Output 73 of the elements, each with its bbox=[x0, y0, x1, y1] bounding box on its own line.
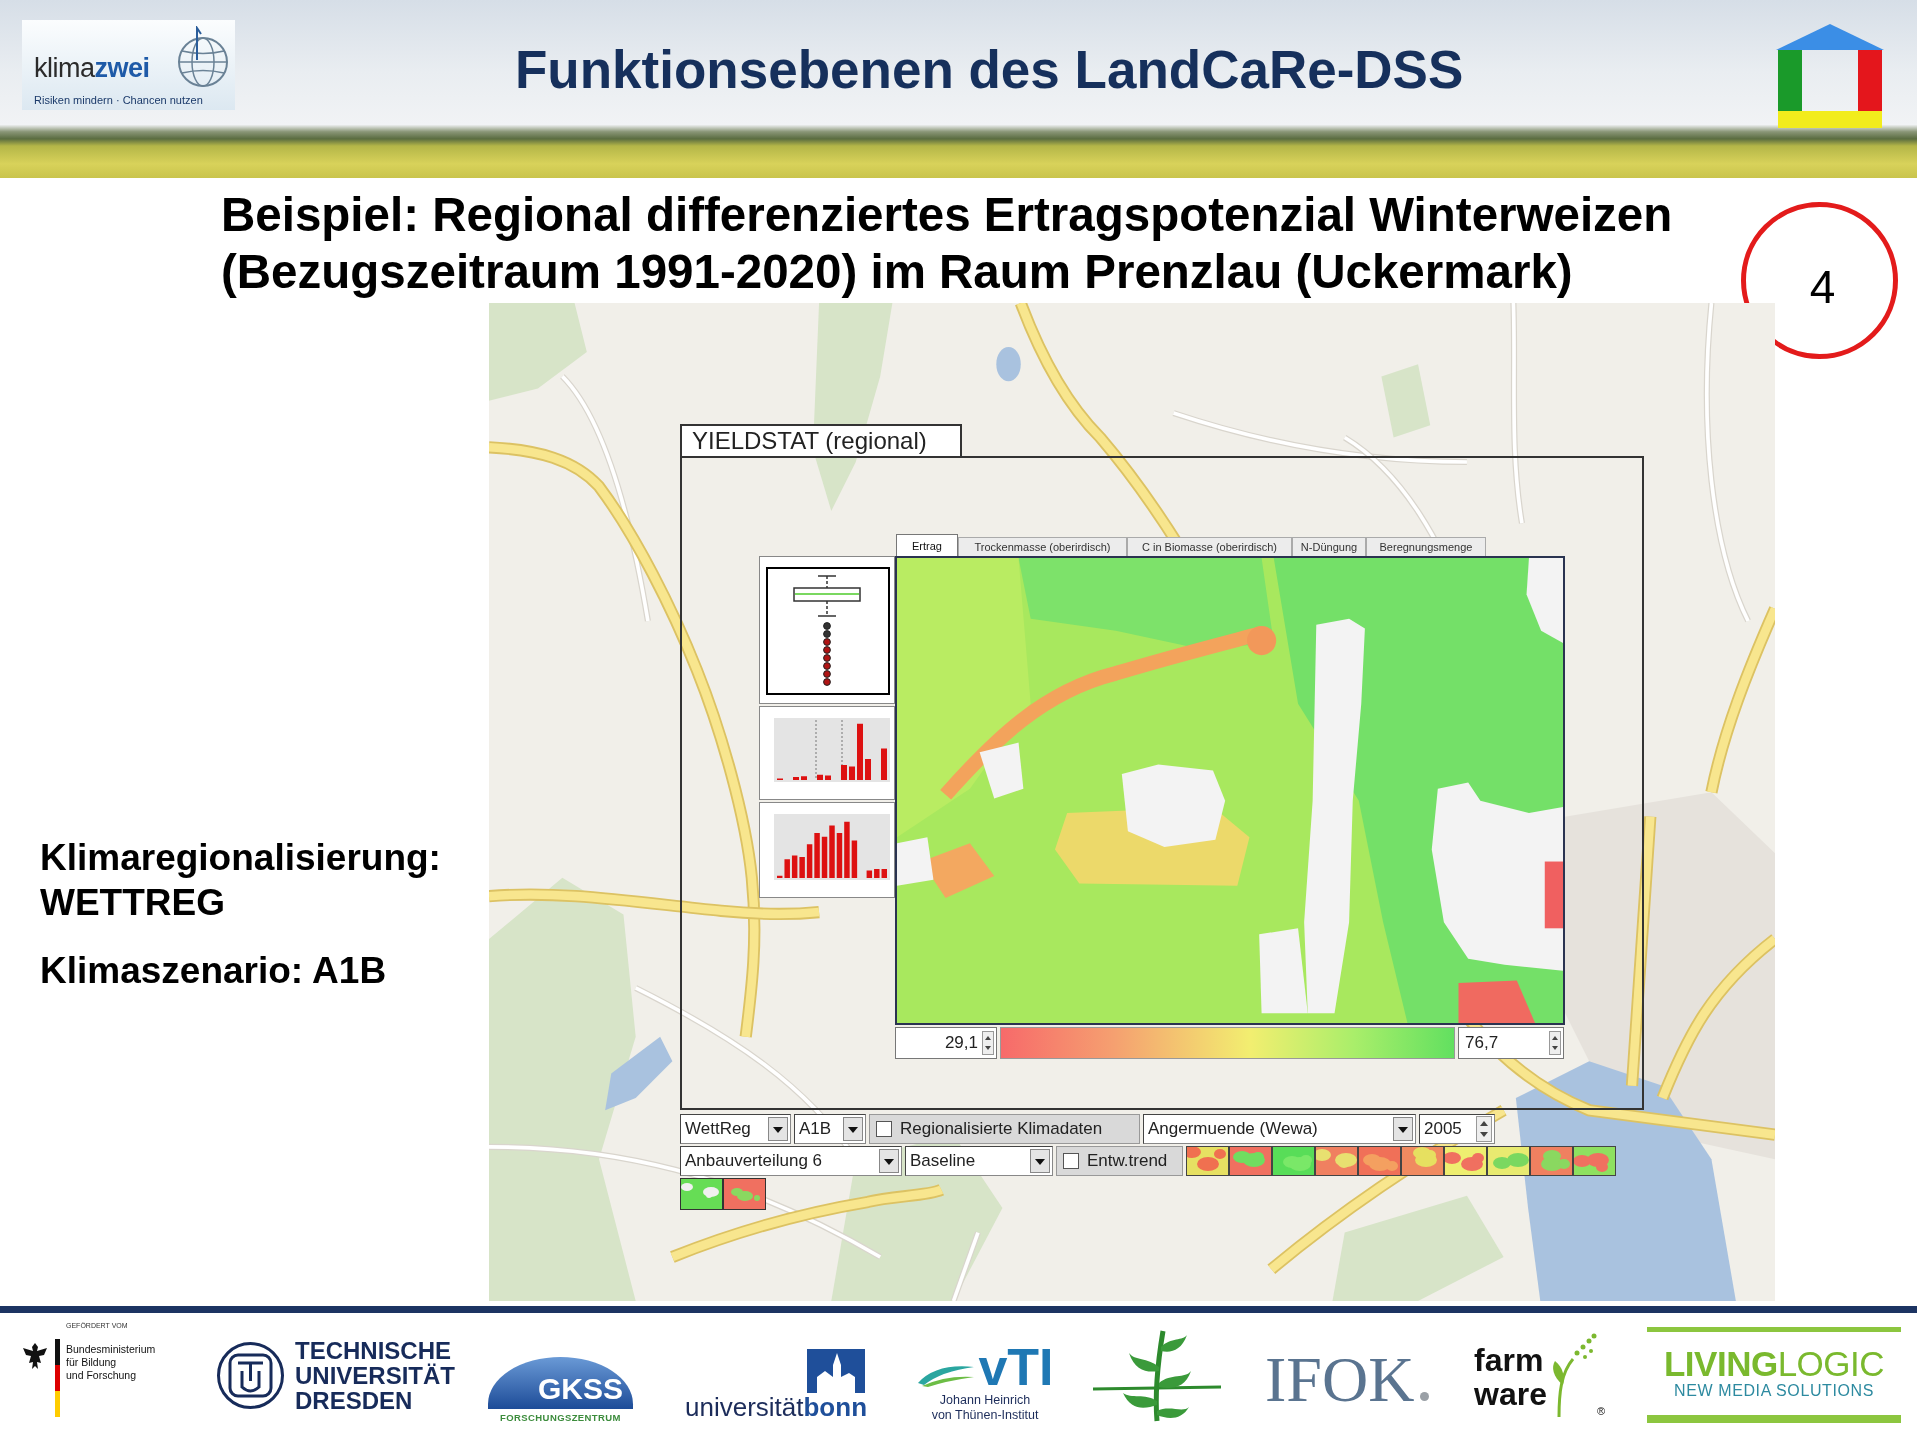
raster-thumbnail[interactable] bbox=[1186, 1146, 1229, 1176]
university-emblem-icon bbox=[216, 1340, 285, 1410]
note-text: Klimaregionalisierung: WETTREG bbox=[40, 836, 442, 925]
university-name: universitätbonn bbox=[685, 1393, 867, 1421]
minimum-spinbox[interactable]: 29,1 bbox=[895, 1027, 997, 1059]
tab[interactable]: Beregnungsmenge bbox=[1366, 537, 1486, 556]
histogram-bar bbox=[825, 775, 831, 780]
university-name: TECHNISCHE UNIVERSITÄT DRESDEN bbox=[295, 1337, 455, 1413]
livinglogic-subtitle: NEW MEDIA SOLUTIONS bbox=[1674, 1382, 1874, 1399]
dropdown[interactable]: WettReg bbox=[680, 1114, 791, 1144]
raster-thumbnail[interactable] bbox=[1229, 1146, 1272, 1176]
raster-thumbnail[interactable] bbox=[1315, 1146, 1358, 1176]
histogram-bar bbox=[841, 765, 847, 780]
dropdown[interactable]: Baseline bbox=[905, 1146, 1053, 1176]
logo-wordmark: klimazwei bbox=[34, 51, 151, 84]
year-spinbox[interactable]: 2005 bbox=[1419, 1114, 1495, 1144]
checkbox[interactable] bbox=[1063, 1153, 1079, 1169]
slide-subtitle: Beispiel: Regional differenziertes Ertragspotenzial Winterweizen (Bezugszeitraum 1991-2020) im Raum Prenzlau (Uckermark) bbox=[221, 187, 1673, 300]
window-title: YIELDSTAT (regional) bbox=[680, 424, 962, 456]
histogram-bar bbox=[817, 774, 823, 780]
note-text: Klimaszenario: A1B bbox=[40, 949, 388, 993]
raster-thumbnail[interactable] bbox=[1530, 1146, 1573, 1176]
flag-stripe-icon bbox=[55, 1339, 60, 1417]
tab[interactable]: N-Düngung bbox=[1292, 537, 1366, 556]
raster-thumbnail[interactable] bbox=[723, 1178, 766, 1210]
dropdown[interactable]: A1B bbox=[794, 1114, 866, 1144]
dropdown[interactable]: Anbauverteilung 6 bbox=[680, 1146, 902, 1176]
registered-mark: ® bbox=[1596, 1405, 1606, 1417]
church-tile-icon bbox=[807, 1349, 865, 1393]
reference-line bbox=[815, 719, 817, 781]
tab[interactable]: Trockenmasse (oberirdisch) bbox=[958, 537, 1127, 556]
boxplot-box bbox=[793, 587, 861, 602]
gkss-logo: GKSS bbox=[488, 1357, 633, 1409]
raster-thumbnail[interactable] bbox=[1358, 1146, 1401, 1176]
raster-thumbnail[interactable] bbox=[1487, 1146, 1530, 1176]
histogram-bar bbox=[849, 766, 855, 780]
institute-name: Johann Heinrich von Thünen-Institut bbox=[931, 1393, 1039, 1423]
whisker bbox=[817, 600, 837, 617]
livinglogic-logo: LIVINGLOGIC bbox=[1663, 1346, 1885, 1382]
raster-thumbnail[interactable] bbox=[1444, 1146, 1487, 1176]
tab[interactable]: C in Biomasse (oberirdisch) bbox=[1127, 537, 1292, 556]
dot-icon bbox=[1420, 1392, 1430, 1401]
spin-arrows-icon[interactable] bbox=[1549, 1031, 1561, 1055]
farmware-logo: farm ware bbox=[1474, 1343, 1547, 1411]
histogram-bar bbox=[881, 748, 887, 780]
histogram-bar bbox=[801, 776, 807, 780]
sprout-icon bbox=[1550, 1333, 1597, 1417]
histogram-bar bbox=[865, 759, 871, 780]
minor-road bbox=[950, 1231, 981, 1301]
spin-arrows-icon[interactable] bbox=[982, 1031, 994, 1055]
slide-title: Funktionsebenen des LandCaRe-DSS bbox=[515, 40, 1464, 100]
house-logo-icon bbox=[1776, 24, 1884, 128]
checkbox-option[interactable]: Regionalisierte Klimadaten bbox=[869, 1114, 1140, 1144]
dropdown[interactable]: Angermuende (Wewa) bbox=[1143, 1114, 1416, 1144]
tab[interactable]: Ertrag bbox=[896, 534, 958, 556]
whisker bbox=[817, 575, 837, 589]
ministry-name: Bundesministerium für Bildung und Forschung bbox=[66, 1343, 157, 1383]
raster-thumbnail[interactable] bbox=[1272, 1146, 1315, 1176]
maximum-spinbox[interactable]: 76,7 bbox=[1458, 1027, 1564, 1059]
lake bbox=[996, 347, 1021, 382]
histogram-bar bbox=[793, 777, 799, 780]
logo-tagline: Risiken mindern · Chancen nutzen bbox=[34, 93, 204, 108]
ifok-logo: IFOK bbox=[1265, 1349, 1415, 1411]
vti-logo: vTI bbox=[978, 1341, 1054, 1393]
histogram-bar bbox=[857, 723, 863, 780]
raster-thumbnail[interactable] bbox=[1573, 1146, 1616, 1176]
raster-thumbnail[interactable] bbox=[1401, 1146, 1444, 1176]
eagle-emblem-icon bbox=[22, 1341, 48, 1371]
checkbox[interactable] bbox=[876, 1121, 892, 1137]
checkbox-option[interactable]: Entw.trend bbox=[1056, 1146, 1183, 1176]
raster-thumbnail[interactable] bbox=[680, 1178, 723, 1210]
spin-arrows-icon[interactable] bbox=[1476, 1116, 1492, 1142]
gkss-subtitle: FORSCHUNGSZENTRUM bbox=[500, 1412, 621, 1423]
